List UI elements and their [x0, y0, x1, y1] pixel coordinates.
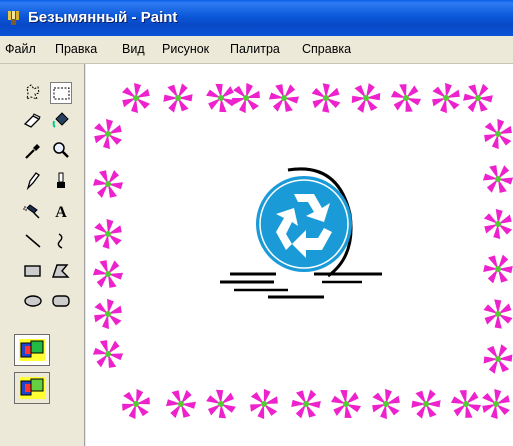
paint-app-icon[interactable]	[6, 10, 22, 26]
border-flower	[250, 388, 278, 420]
eyedropper-icon	[25, 144, 40, 159]
window-title: Безымянный - Paint	[28, 9, 178, 26]
line-tool[interactable]	[22, 230, 44, 252]
pencil-tool[interactable]	[22, 170, 44, 192]
border-flower	[92, 170, 124, 198]
border-flower	[483, 299, 513, 329]
eraser-tool[interactable]	[22, 110, 44, 132]
menu-image[interactable]: Рисунок	[162, 42, 209, 56]
border-flower	[206, 389, 236, 419]
text-tool-glyph: A	[55, 204, 67, 221]
menu-palette[interactable]: Палитра	[230, 42, 280, 56]
transparent-background-icon	[19, 377, 45, 399]
border-flower	[483, 254, 513, 284]
curve-icon	[57, 233, 63, 249]
border-flower	[311, 83, 341, 113]
rect-select-tool[interactable]	[50, 82, 72, 104]
border-flower	[232, 82, 260, 114]
color-picker-tool[interactable]	[22, 140, 44, 162]
toolbox: A	[0, 64, 85, 446]
border-flower	[92, 340, 124, 368]
ellipse-tool[interactable]	[22, 290, 44, 312]
rectangle-tool[interactable]	[22, 260, 44, 282]
brush-tool[interactable]	[50, 170, 72, 192]
border-flower	[484, 118, 512, 150]
transparent-background-option[interactable]	[14, 372, 50, 404]
recycle-clipart	[220, 167, 382, 299]
polygon-icon	[52, 264, 70, 278]
rounded-rectangle-tool[interactable]	[50, 290, 72, 312]
brush-icon	[57, 172, 65, 188]
text-tool[interactable]: A	[50, 200, 72, 222]
border-flower	[330, 390, 362, 418]
border-flower	[94, 298, 122, 330]
border-flower	[94, 119, 122, 149]
border-flower	[372, 388, 400, 420]
border-flower	[482, 165, 513, 193]
pencil-icon	[26, 172, 40, 191]
menu-edit[interactable]: Правка	[55, 42, 97, 56]
paint-bucket-icon	[52, 112, 69, 128]
airbrush-icon	[23, 204, 40, 219]
border-flower	[122, 388, 150, 420]
border-flower	[450, 390, 482, 418]
border-flower	[94, 218, 122, 250]
border-flower	[291, 389, 321, 419]
magnifier-tool[interactable]	[50, 140, 72, 162]
eraser-icon	[23, 113, 41, 128]
border-flower	[163, 83, 193, 113]
rect-select-icon	[53, 87, 70, 100]
drawing-canvas[interactable]	[86, 64, 513, 446]
opaque-background-icon	[19, 339, 45, 361]
border-flower	[268, 84, 300, 112]
polygon-tool[interactable]	[50, 260, 72, 282]
ellipse-icon	[24, 295, 42, 307]
border-flower	[483, 344, 513, 374]
border-flower	[92, 260, 124, 288]
menu-bar: Файл Правка Вид Рисунок Палитра Справка	[0, 36, 513, 64]
curve-tool[interactable]	[50, 230, 72, 252]
free-select-tool[interactable]	[22, 82, 44, 104]
border-flower	[482, 388, 510, 420]
line-icon	[25, 234, 41, 248]
fill-tool[interactable]	[50, 110, 72, 132]
free-select-icon	[26, 84, 40, 100]
airbrush-tool[interactable]	[22, 200, 44, 222]
border-flower	[463, 83, 493, 113]
magnifier-icon	[53, 142, 69, 158]
opaque-background-option[interactable]	[14, 334, 50, 366]
menu-view[interactable]: Вид	[122, 42, 145, 56]
border-flower	[483, 209, 513, 239]
border-flower	[432, 82, 460, 114]
border-flower	[411, 389, 441, 419]
rectangle-icon	[24, 265, 41, 277]
text-icon: A	[55, 204, 67, 221]
menu-help[interactable]: Справка	[302, 42, 351, 56]
border-flower	[390, 84, 422, 112]
border-flower	[351, 83, 381, 113]
border-flower	[166, 389, 196, 419]
menu-file[interactable]: Файл	[5, 42, 36, 56]
border-flower	[122, 83, 150, 113]
rounded-rectangle-icon	[52, 295, 70, 307]
title-bar: Безымянный - Paint	[0, 0, 513, 36]
